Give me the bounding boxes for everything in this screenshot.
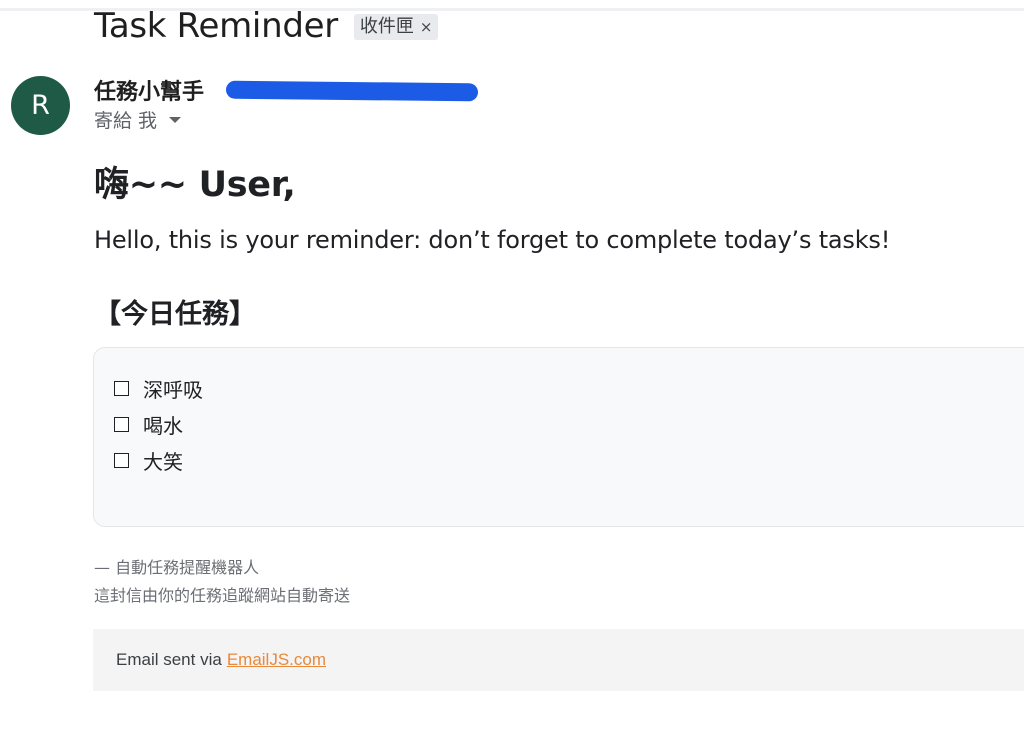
- email-footer: Email sent via EmailJS.com: [93, 629, 1024, 691]
- label-chip-text: 收件匣: [359, 16, 414, 37]
- checkbox-icon[interactable]: [114, 416, 129, 432]
- task-item: 大笑: [114, 442, 203, 478]
- emailjs-link[interactable]: EmailJS.com: [227, 650, 326, 670]
- signature-line-2: 這封信由你的任務追蹤網站自動寄送: [94, 586, 351, 605]
- checkbox-icon[interactable]: [114, 380, 129, 396]
- checkbox-icon[interactable]: [114, 452, 129, 468]
- task-item: 深呼吸: [114, 370, 203, 406]
- task-label: 深呼吸: [143, 377, 203, 402]
- recipients-toggle[interactable]: 寄給 我: [94, 106, 182, 132]
- email-subject: Task Reminder: [94, 6, 338, 46]
- email-signature: — 自動任務提醒機器人 這封信由你的任務追蹤網站自動寄送: [94, 554, 350, 610]
- close-icon[interactable]: ×: [420, 14, 433, 40]
- email-intro: Hello, this is your reminder: don’t forg…: [94, 226, 891, 254]
- tasks-section-title: 【今日任務】: [94, 299, 256, 330]
- sender-row: 任務小幫手: [94, 74, 212, 106]
- subject-row: Task Reminder 收件匣 ×: [94, 4, 439, 48]
- avatar-letter: R: [31, 90, 50, 121]
- task-list-box: 深呼吸 喝水 大笑: [93, 347, 1024, 527]
- task-list: 深呼吸 喝水 大笑: [114, 370, 203, 478]
- footer-prefix: Email sent via: [116, 650, 222, 669]
- chevron-down-icon[interactable]: [169, 117, 182, 123]
- signature-line-1: — 自動任務提醒機器人: [94, 558, 260, 577]
- label-chip-inbox[interactable]: 收件匣 ×: [353, 14, 439, 40]
- recipients-text: 寄給 我: [94, 109, 158, 132]
- task-label: 大笑: [143, 449, 183, 474]
- sender-avatar[interactable]: R: [11, 76, 70, 135]
- sender-name[interactable]: 任務小幫手: [94, 74, 204, 106]
- task-item: 喝水: [114, 406, 203, 442]
- redaction-mark: [225, 80, 479, 102]
- email-greeting: 嗨~~ User,: [94, 165, 296, 205]
- task-label: 喝水: [143, 413, 183, 438]
